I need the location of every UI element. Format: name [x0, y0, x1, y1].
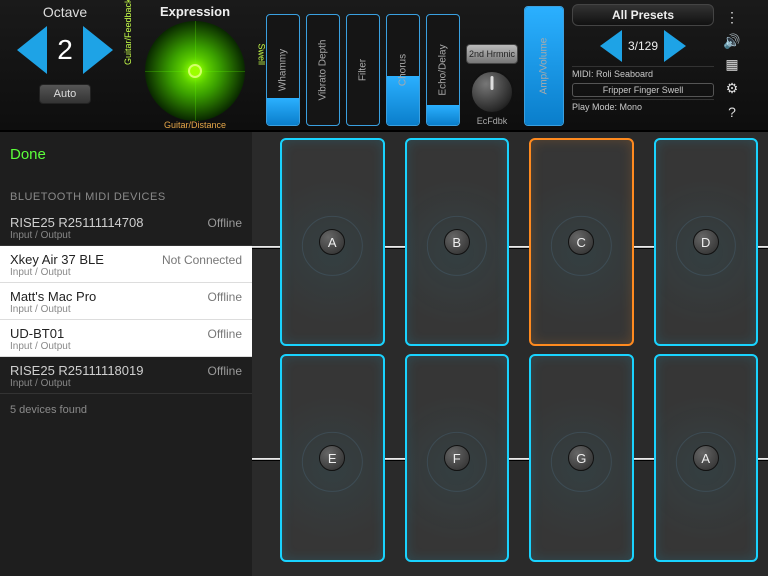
bt-device-status: Offline: [208, 216, 242, 230]
slider-echo-delay[interactable]: Echo/Delay: [426, 14, 460, 126]
pad-b[interactable]: B: [405, 138, 510, 346]
pad-d[interactable]: D: [654, 138, 759, 346]
done-button[interactable]: Done: [0, 132, 252, 191]
bluetooth-midi-panel: Done BLUETOOTH MIDI DEVICES RISE25 R2511…: [0, 132, 252, 576]
bt-panel-header: BLUETOOTH MIDI DEVICES: [0, 191, 252, 209]
expression-axis-bottom: Guitar/Distance: [130, 120, 260, 130]
octave-down-arrow[interactable]: [17, 26, 47, 74]
pad-a2[interactable]: A: [654, 354, 759, 562]
preset-index: 3/129: [628, 39, 658, 53]
pad-f[interactable]: F: [405, 354, 510, 562]
knob-label: EcFdbk: [466, 116, 518, 126]
note-label: A: [693, 445, 719, 471]
expression-title: Expression: [134, 4, 256, 19]
sound-icon[interactable]: 🔊: [723, 32, 741, 50]
preset-next-arrow[interactable]: [664, 30, 686, 62]
slider-whammy[interactable]: Whammy: [266, 14, 300, 126]
slider-bank: Whammy Vibrato Depth Filter Chorus Echo/…: [260, 0, 570, 130]
play-surface: A B C D E F G A Done BLUETOOTH MIDI DEVI…: [0, 132, 768, 576]
pad-a[interactable]: A: [280, 138, 385, 346]
note-label: E: [319, 445, 345, 471]
slider-vibrato-depth[interactable]: Vibrato Depth: [306, 14, 340, 126]
note-label: G: [568, 445, 594, 471]
preset-prev-arrow[interactable]: [600, 30, 622, 62]
note-label: D: [693, 229, 719, 255]
bt-device-io: Input / Output: [10, 378, 242, 389]
note-label: C: [568, 229, 594, 255]
play-mode-label: Play Mode: Mono: [572, 99, 714, 114]
slider-amp-volume[interactable]: Amp/Volume: [524, 6, 564, 126]
expression-xy-pad[interactable]: [145, 21, 245, 121]
device-icon[interactable]: ▦: [723, 56, 741, 74]
echo-feedback-knob[interactable]: [470, 70, 514, 114]
pad-c[interactable]: C: [529, 138, 634, 346]
octave-section: Octave 2 Auto: [0, 0, 130, 130]
slider-label: Vibrato Depth: [318, 40, 329, 101]
slider-label: Amp/Volume: [539, 38, 550, 95]
help-icon[interactable]: ?: [723, 103, 741, 121]
bt-device-status: Offline: [208, 364, 242, 378]
knob-section: 2nd Hrmnic EcFdbk: [466, 40, 518, 126]
bt-device-row[interactable]: RISE25 R25111114708 Input / Output Offli…: [0, 209, 252, 246]
preset-section: All Presets 3/129 MIDI: Roli Seaboard Fr…: [570, 0, 720, 130]
slider-filter[interactable]: Filter: [346, 14, 380, 126]
bt-device-row[interactable]: Xkey Air 37 BLE Input / Output Not Conne…: [0, 246, 252, 283]
slider-label: Filter: [358, 59, 369, 81]
octave-up-arrow[interactable]: [83, 26, 113, 74]
note-label: B: [444, 229, 470, 255]
expression-section: Expression Guitar/Feedback Swell Guitar/…: [130, 0, 260, 130]
menu-icon[interactable]: ⋮: [723, 9, 741, 27]
pad-g[interactable]: G: [529, 354, 634, 562]
note-label: A: [319, 229, 345, 255]
bt-device-status: Offline: [208, 290, 242, 304]
sliders-icon[interactable]: ⚙: [723, 80, 741, 98]
bt-device-row[interactable]: Matt's Mac Pro Input / Output Offline: [0, 283, 252, 320]
bt-device-io: Input / Output: [10, 230, 242, 241]
bt-device-status: Not Connected: [162, 253, 242, 267]
octave-title: Octave: [6, 4, 124, 20]
auto-button[interactable]: Auto: [39, 84, 92, 104]
bt-device-row[interactable]: RISE25 R25111118019 Input / Output Offli…: [0, 357, 252, 394]
bt-device-row[interactable]: UD-BT01 Input / Output Offline: [0, 320, 252, 357]
expression-cursor[interactable]: [188, 64, 202, 78]
expression-axis-left: Guitar/Feedback: [123, 0, 133, 65]
octave-value: 2: [57, 34, 73, 66]
bt-device-io: Input / Output: [10, 341, 242, 352]
all-presets-button[interactable]: All Presets: [572, 4, 714, 26]
bt-device-io: Input / Output: [10, 304, 242, 315]
midi-device-label: MIDI: Roli Seaboard: [572, 66, 714, 81]
note-label: F: [444, 445, 470, 471]
slider-label: Echo/Delay: [438, 44, 449, 95]
slider-label: Chorus: [398, 54, 409, 86]
pad-e[interactable]: E: [280, 354, 385, 562]
slider-label: Whammy: [278, 49, 289, 91]
second-harmonic-button[interactable]: 2nd Hrmnic: [466, 44, 518, 64]
patch-name[interactable]: Fripper Finger Swell: [572, 83, 714, 97]
icon-strip: ⋮ 🔊 ▦ ⚙ ?: [720, 0, 744, 130]
top-bar: Octave 2 Auto Expression Guitar/Feedback…: [0, 0, 768, 132]
slider-chorus[interactable]: Chorus: [386, 14, 420, 126]
bt-device-status: Offline: [208, 327, 242, 341]
bt-device-io: Input / Output: [10, 267, 242, 278]
bt-panel-footer: 5 devices found: [0, 394, 252, 426]
